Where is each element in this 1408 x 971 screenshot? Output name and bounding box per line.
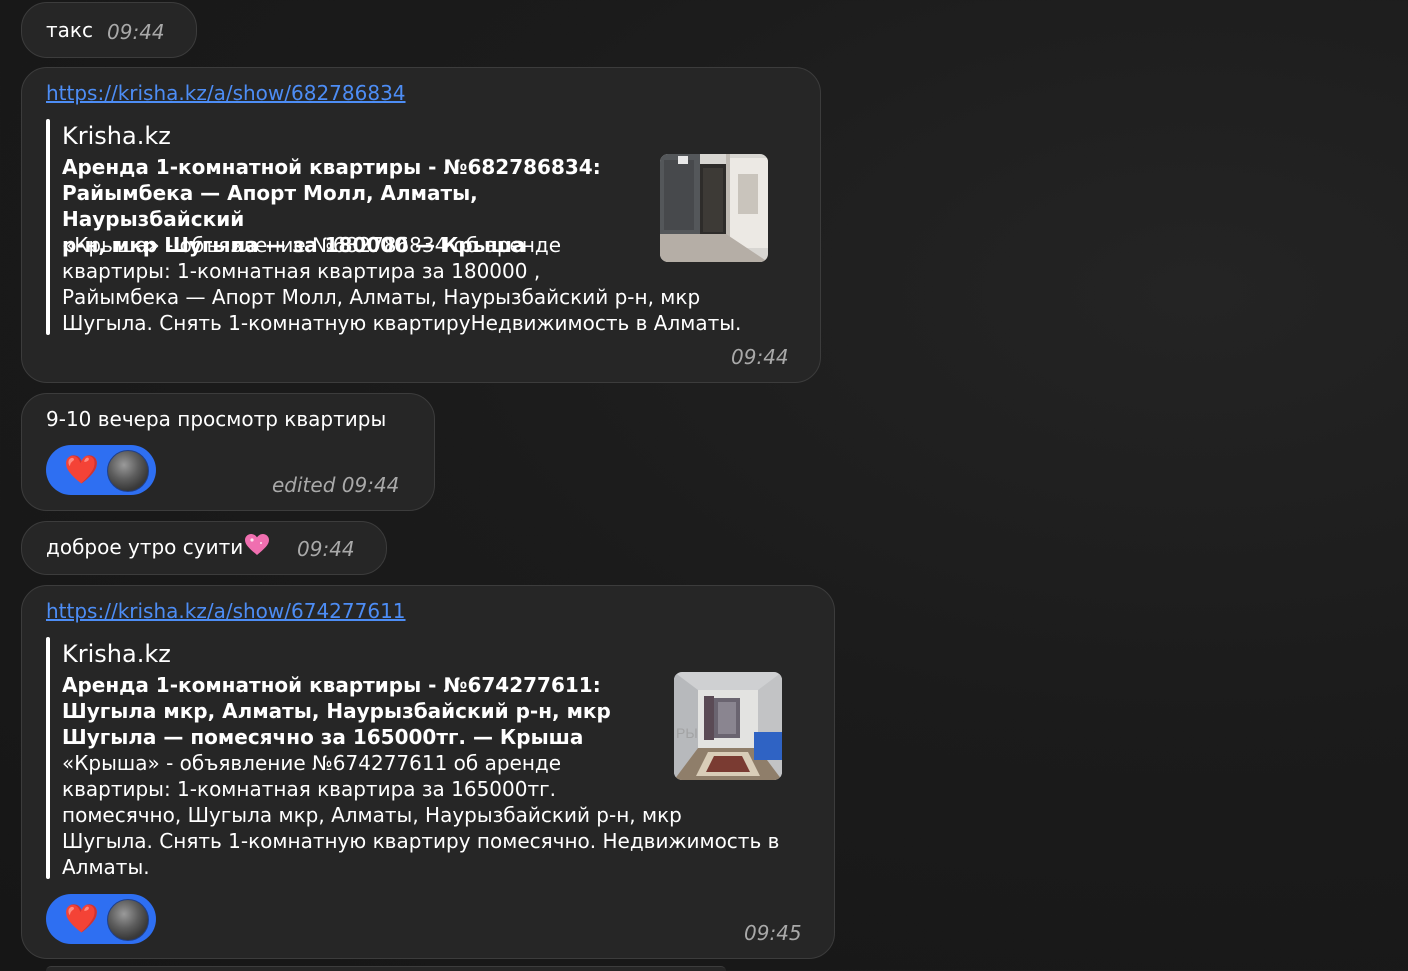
- sparkling-heart-icon: [245, 534, 270, 555]
- heart-icon: ❤️: [64, 453, 99, 486]
- message-bubble-link-preview[interactable]: https://krisha.kz/a/show/674277611 Krish…: [21, 585, 835, 959]
- message-text-content: доброе утро суити: [46, 535, 244, 559]
- link-preview-site[interactable]: Krisha.kz: [62, 121, 171, 151]
- heart-reaction-button[interactable]: ❤️: [46, 445, 156, 495]
- message-bubble[interactable]: доброе утро суити 09:44: [21, 521, 387, 575]
- message-text: такс: [46, 18, 93, 42]
- message-time: edited 09:44: [272, 473, 400, 497]
- message-text: 9-10 вечера просмотр квартиры: [46, 407, 387, 431]
- apartment-hallway-thumbnail[interactable]: [660, 154, 768, 262]
- message-time: 09:44: [297, 537, 355, 561]
- link-preview-bar: [46, 119, 50, 335]
- next-message-bubble-edge: [46, 966, 726, 971]
- message-bubble-link-preview[interactable]: https://krisha.kz/a/show/682786834 Krish…: [21, 67, 821, 383]
- svg-text:РЫ: РЫ: [676, 725, 698, 741]
- link-preview-site[interactable]: Krisha.kz: [62, 639, 171, 669]
- message-link[interactable]: https://krisha.kz/a/show/674277611: [46, 598, 406, 624]
- message-bubble[interactable]: 9-10 вечера просмотр квартиры ❤️ edited …: [21, 393, 435, 511]
- link-preview-bar: [46, 637, 50, 879]
- link-preview-title[interactable]: Аренда 1-комнатной квартиры - №674277611…: [62, 672, 662, 750]
- heart-reaction-button[interactable]: ❤️: [46, 894, 156, 944]
- message-time: 09:45: [744, 921, 802, 945]
- message-time: 09:44: [107, 20, 165, 44]
- apartment-room-thumbnail[interactable]: РЫ: [674, 672, 782, 780]
- message-link[interactable]: https://krisha.kz/a/show/682786834: [46, 80, 406, 106]
- reaction-avatar[interactable]: [107, 450, 149, 492]
- heart-icon: ❤️: [64, 902, 99, 935]
- message-time: 09:44: [731, 345, 789, 369]
- reaction-avatar[interactable]: [107, 899, 149, 941]
- message-bubble[interactable]: такс 09:44: [21, 2, 197, 58]
- message-text: доброе утро суити: [46, 534, 270, 560]
